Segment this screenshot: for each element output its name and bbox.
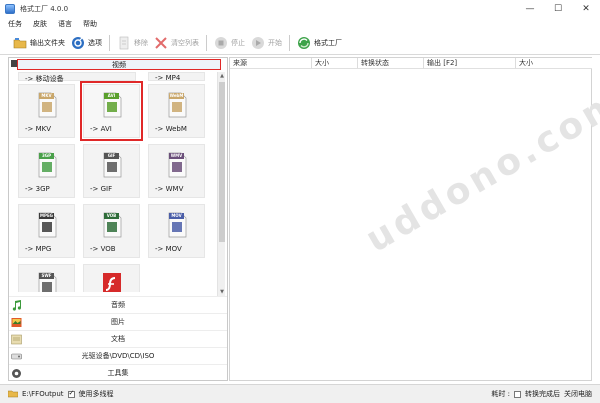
menu-bar: 任务 皮肤 语言 帮助 [0,17,600,31]
folder-icon [13,36,27,50]
app-logo-icon [5,3,15,14]
category-list: 音频 图片 文档 光驱设备\DVD\CD\ISO 工具集 [9,296,227,381]
tile-label: -> GIF [90,185,113,193]
tile-mov[interactable]: MOV -> MOV [148,204,205,258]
output-folder-small-icon [7,388,19,400]
menu-skin[interactable]: 皮肤 [33,19,47,29]
maximize-button[interactable]: ☐ [544,0,572,17]
format-badge: MPEG [40,213,53,218]
multithread-label: 使用多线程 [78,390,114,398]
clear-x-icon [154,36,168,50]
format-badge: AVI [107,93,116,98]
disc-drive-icon [11,351,22,362]
document-icon [11,334,22,345]
column-output[interactable]: 输出 [F2] [424,58,516,69]
format-badge: WebM [169,93,184,98]
column-source[interactable]: 来源 [230,58,312,69]
category-document[interactable]: 文档 [9,330,227,347]
format-scrollbar[interactable]: ▲ ▼ [217,72,225,296]
format-factory-button[interactable]: 格式工厂 [294,34,345,52]
close-button[interactable]: ✕ [572,0,600,17]
after-convert-label: 转换完成后 [525,390,560,398]
options-button[interactable]: 选项 [68,34,105,52]
tile-mobile-device[interactable]: -> 移动设备 [18,72,136,83]
format-badge: 3GP [42,153,51,158]
tile-avi[interactable]: AVI -> AVI [80,81,143,141]
category-image[interactable]: 图片 [9,313,227,330]
toolbar-separator [109,34,110,51]
remove-button[interactable]: 移除 [114,34,151,52]
format-grid: -> 移动设备 -> MP4 MKV -> MKV AVI -> AVI WebM -> … [18,72,214,292]
minimize-button[interactable]: — [516,0,544,17]
format-badge: WMV [170,153,183,158]
format-badge: MOV [171,213,182,218]
flash-file-icon [102,272,122,292]
menu-help[interactable]: 帮助 [83,19,97,29]
category-audio[interactable]: 音频 [9,296,227,313]
tile-3gp[interactable]: 3GP -> 3GP [18,144,75,198]
tile-label: -> 3GP [25,185,50,193]
start-button[interactable]: 开始 [248,34,285,52]
remove-icon [117,36,131,50]
tile-mp4[interactable]: -> MP4 [148,72,205,82]
toolbar: 输出文件夹 选项 移除 清空列表 停止 开始 格式工厂 [0,31,600,55]
tile-swf[interactable]: SWF [18,264,75,292]
column-size[interactable]: 大小 [312,58,358,69]
category-disc-drive[interactable]: 光驱设备\DVD\CD\ISO [9,347,227,364]
toolbar-separator [289,34,290,51]
status-bar: E:\FFOutput 使用多线程 耗时 : 转换完成后 关闭电脑 [0,384,600,403]
multithread-checkbox[interactable] [67,389,75,398]
title-bar: 格式工厂 4.0.0 — ☐ ✕ [0,0,600,17]
column-output-size[interactable]: 大小 [516,58,592,69]
tile-vob[interactable]: VOB -> VOB [83,204,140,258]
tile-label: -> WebM [155,125,187,133]
tile-wmv[interactable]: WMV -> WMV [148,144,205,198]
column-status[interactable]: 转换状态 [358,58,424,69]
format-badge: VOB [106,213,117,218]
tile-mkv[interactable]: MKV -> MKV [18,84,75,138]
format-badge: GIF [107,153,116,158]
shutdown-label[interactable]: 关闭电脑 [564,389,592,399]
stop-icon [214,36,228,50]
format-factory-logo-icon [297,36,311,50]
tile-label: -> MOV [155,245,182,253]
scroll-down-arrow-icon[interactable]: ▼ [218,288,226,296]
format-badge: SWF [41,273,52,278]
stop-button[interactable]: 停止 [211,34,248,52]
format-panel: 视频 -> 移动设备 -> MP4 MKV -> MKV AVI -> AVI WebM… [8,57,228,381]
tile-format-10[interactable] [83,264,140,292]
menu-task[interactable]: 任务 [8,19,22,29]
scroll-up-arrow-icon[interactable]: ▲ [218,72,226,80]
output-path[interactable]: E:\FFOutput [22,390,64,398]
start-icon [251,36,265,50]
output-folder-button[interactable]: 输出文件夹 [10,34,68,52]
window-controls: — ☐ ✕ [516,0,600,17]
tile-webm[interactable]: WebM -> WebM [148,84,205,138]
tile-label: -> VOB [90,245,116,253]
window-title: 格式工厂 4.0.0 [20,4,69,13]
tools-icon [11,368,22,379]
after-convert-checkbox[interactable] [514,390,521,398]
tile-gif[interactable]: GIF -> GIF [83,144,140,198]
picture-icon [11,317,22,328]
tile-label: -> MPG [25,245,52,253]
tile-label: -> WMV [155,185,184,193]
menu-language[interactable]: 语言 [58,19,72,29]
video-category-header[interactable]: 视频 [17,59,221,70]
scroll-thumb[interactable] [219,82,225,242]
tile-mpeg[interactable]: MPEG -> MPG [18,204,75,258]
music-note-icon [11,300,22,311]
tile-label: -> AVI [90,125,112,133]
toolbar-separator [206,34,207,51]
elapsed-label: 耗时 : [491,390,510,398]
category-tools[interactable]: 工具集 [9,364,227,381]
options-gear-icon [71,36,85,50]
clear-list-button[interactable]: 清空列表 [151,34,202,52]
format-badge: MKV [41,93,52,98]
tile-label: -> MKV [25,125,52,133]
